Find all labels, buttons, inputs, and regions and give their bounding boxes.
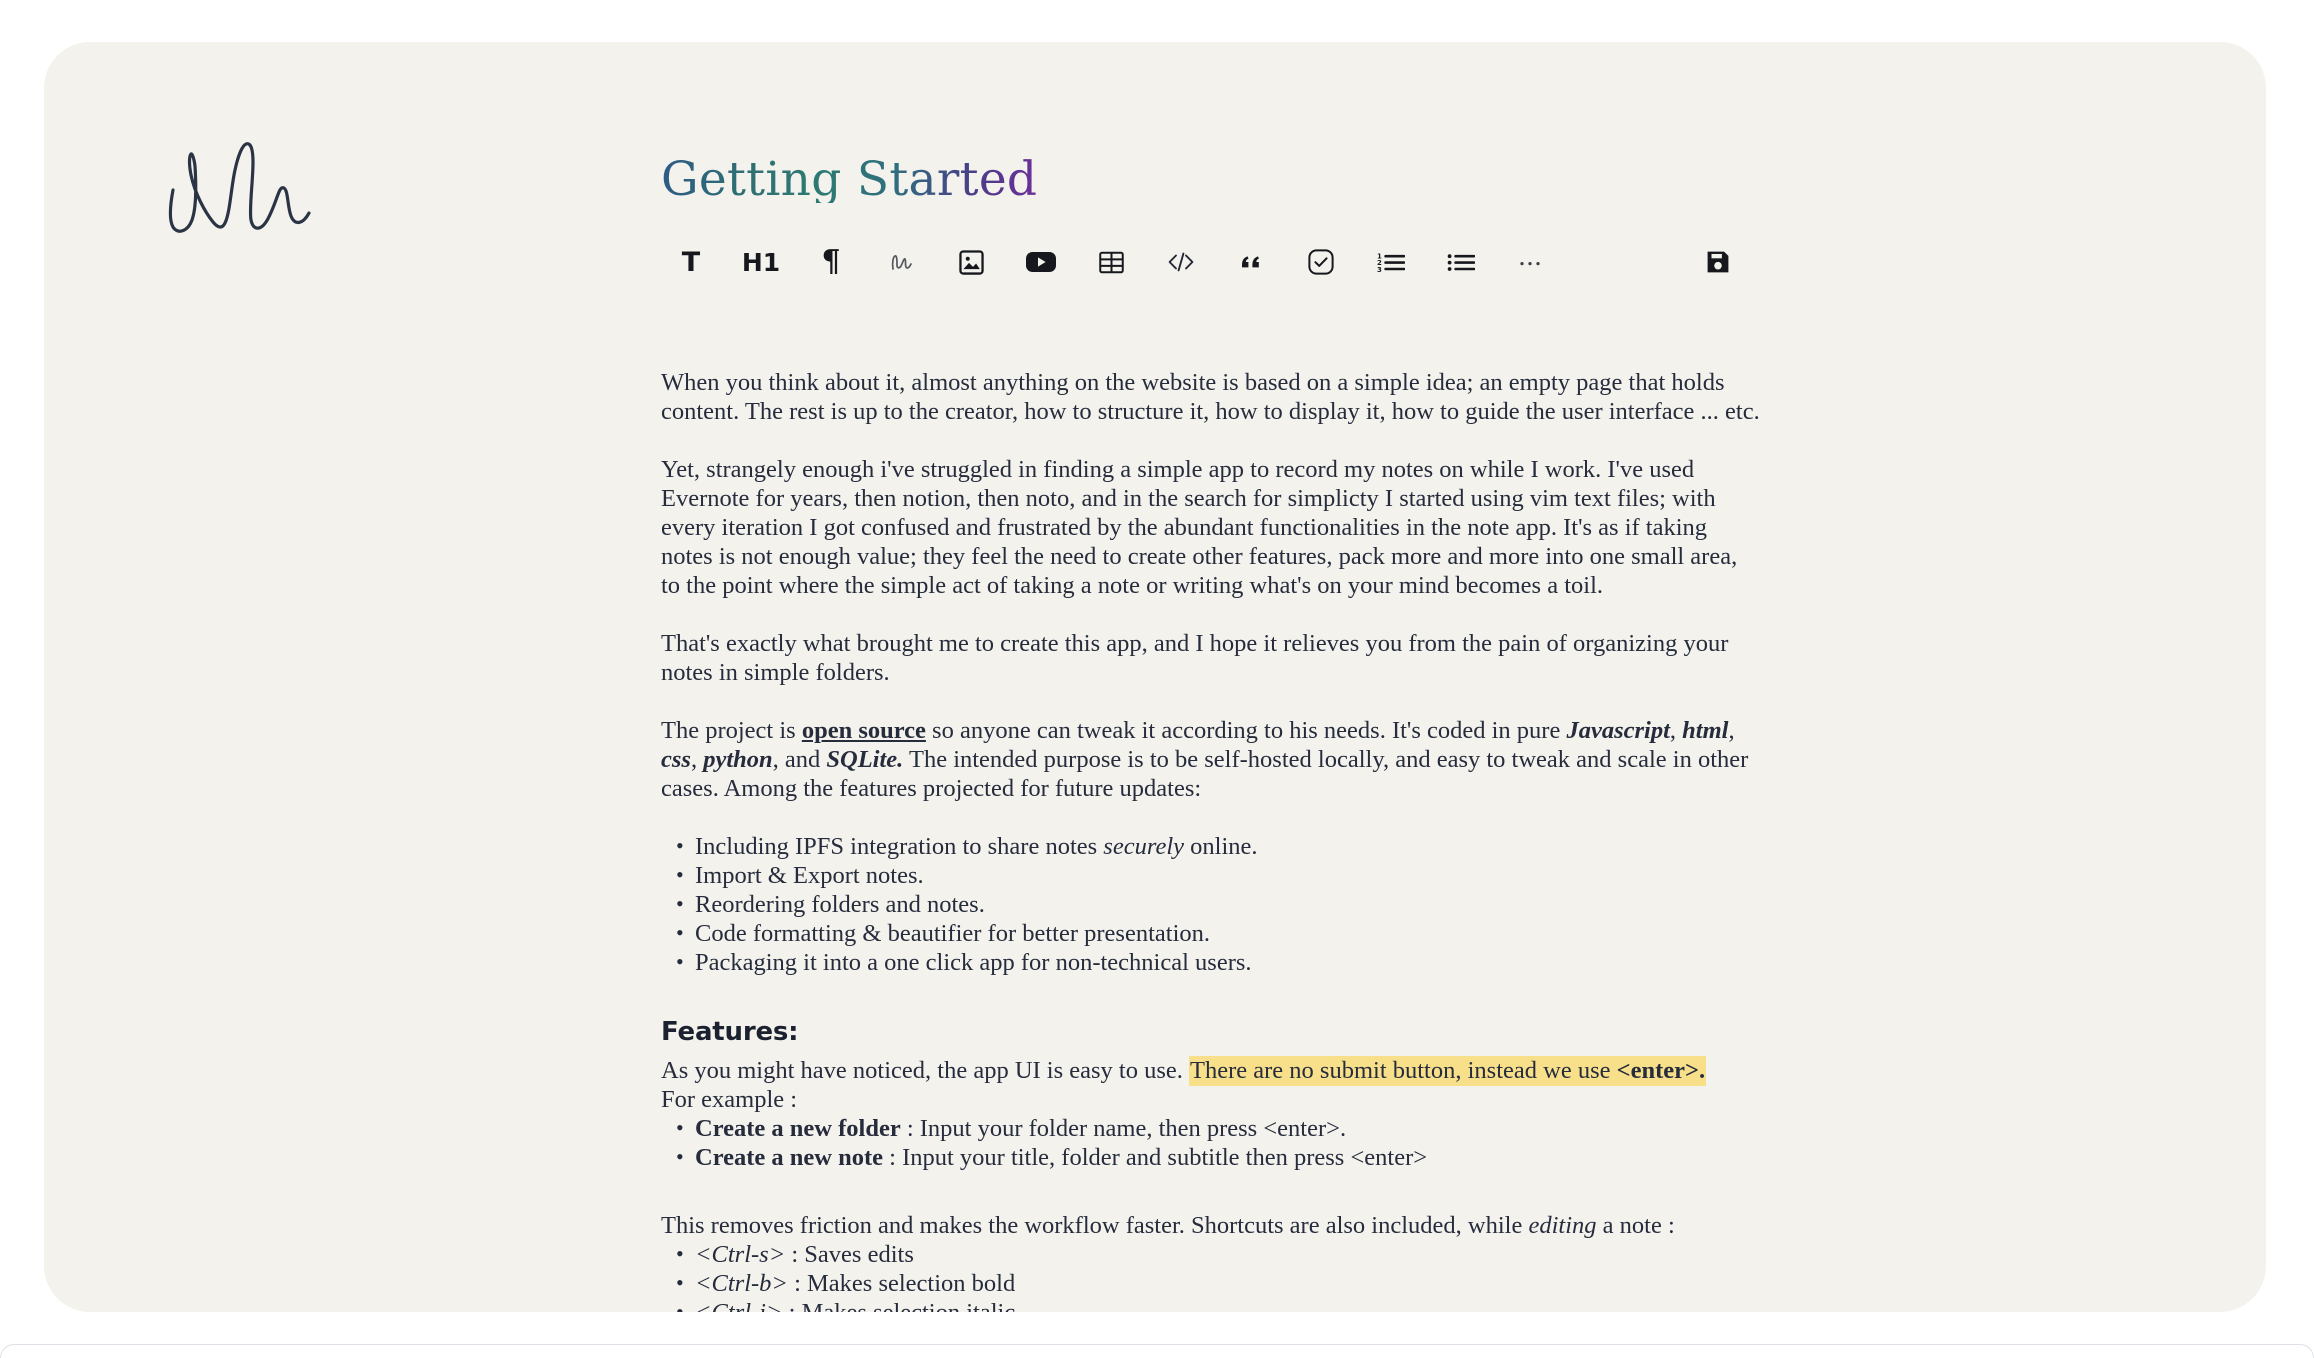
- list-item: Reordering folders and notes.: [676, 889, 1761, 919]
- tech-html: html: [1682, 717, 1729, 744]
- ordered-list-icon[interactable]: 1 2 3: [1356, 240, 1426, 284]
- paragraph-project: The project is open source so anyone can…: [661, 716, 1761, 803]
- shortcuts-intro: This removes friction and makes the work…: [661, 1211, 1761, 1240]
- enter-key-mention: <enter>.: [1616, 1056, 1706, 1084]
- svg-text:3: 3: [1377, 266, 1382, 274]
- text-run: This removes friction and makes the work…: [661, 1211, 1529, 1239]
- list-item-text: Code formatting & beautifier for better …: [695, 920, 1211, 947]
- shortcut-desc: : Makes selection bold: [787, 1269, 1016, 1297]
- tech-sqlite: SQLite.: [826, 746, 904, 773]
- list-item-text: : Input your title, folder and subtitle …: [883, 1143, 1428, 1171]
- youtube-icon[interactable]: [1006, 240, 1076, 284]
- list-item-label: Create a new folder: [695, 1114, 901, 1142]
- list-item: <Ctrl-s> : Saves edits: [676, 1239, 1761, 1269]
- heading-h1-glyph: H1: [741, 247, 781, 277]
- editor-toolbar: T H1 ¶ 1 2 3: [656, 239, 1756, 285]
- paragraph: Yet, strangely enough i've struggled in …: [661, 456, 1738, 599]
- editing-emphasis: editing: [1528, 1211, 1597, 1239]
- browser-window-frame: [0, 1344, 2314, 1358]
- list-item: Create a new note : Input your title, fo…: [676, 1142, 1761, 1172]
- shortcut-desc: : Makes selection italic: [782, 1298, 1016, 1313]
- highlighted-note: There are no submit button, instead we u…: [1189, 1055, 1707, 1086]
- quote-icon[interactable]: [1216, 240, 1286, 284]
- note-card: Getting Started T H1 ¶ 1 2 3 When you th…: [44, 42, 2266, 1312]
- for-example-label: For example :: [661, 1085, 798, 1113]
- list-item: Create a new folder : Input your folder …: [676, 1113, 1761, 1143]
- shortcut-key: <Ctrl-s>: [695, 1240, 786, 1268]
- signature-logo[interactable]: [139, 130, 329, 240]
- app-root: Getting Started T H1 ¶ 1 2 3 When you th…: [0, 0, 2314, 1358]
- paragraph: When you think about it, almost anything…: [661, 369, 1760, 425]
- heading-h1-icon[interactable]: H1: [726, 240, 796, 284]
- list-item: Code formatting & beautifier for better …: [676, 918, 1761, 948]
- paragraph: That's exactly what brought me to create…: [661, 630, 1729, 686]
- checkbox-task-icon[interactable]: [1286, 240, 1356, 284]
- shortcut-key: <Ctrl-b>: [695, 1269, 788, 1297]
- signature-draw-icon[interactable]: [866, 240, 936, 284]
- save-floppy-icon[interactable]: [1690, 239, 1746, 285]
- shortcuts-list: <Ctrl-s> : Saves edits <Ctrl-b> : Makes …: [661, 1239, 1761, 1313]
- paragraph-icon[interactable]: ¶: [796, 240, 866, 284]
- tech-css: css: [661, 746, 691, 773]
- list-item: <Ctrl-i> : Makes selection italic: [676, 1297, 1761, 1313]
- text-run: There are no submit button, instead we u…: [1190, 1056, 1617, 1084]
- list-item-label: Create a new note: [695, 1143, 884, 1171]
- text-run: a note :: [1596, 1211, 1675, 1239]
- text-run: ,: [1669, 717, 1683, 744]
- list-item-emphasis: securely: [1103, 833, 1185, 860]
- list-item-text: : Input your folder name, then press <en…: [900, 1114, 1347, 1142]
- paragraph-glyph: ¶: [821, 244, 841, 279]
- list-item: <Ctrl-b> : Makes selection bold: [676, 1268, 1761, 1298]
- page-title: Getting Started: [661, 152, 1038, 207]
- table-icon[interactable]: [1076, 240, 1146, 284]
- list-item-text: Including IPFS integration to share note…: [695, 833, 1104, 860]
- example-list: Create a new folder : Input your folder …: [661, 1113, 1761, 1172]
- list-item-text: online.: [1184, 833, 1258, 860]
- shortcut-key: <Ctrl-i>: [695, 1298, 783, 1313]
- features-intro: As you might have noticed, the app UI is…: [661, 1055, 1761, 1086]
- image-icon[interactable]: [936, 240, 1006, 284]
- text-run: so anyone can tweak it according to his …: [925, 717, 1567, 744]
- text-run: The project is: [661, 717, 802, 744]
- tech-python: python: [703, 746, 773, 773]
- text-run: As you might have noticed, the app UI is…: [661, 1056, 1190, 1084]
- more-options-icon[interactable]: [1496, 240, 1566, 284]
- list-item-text: Reordering folders and notes.: [695, 891, 985, 918]
- list-item-text: Packaging it into a one click app for no…: [695, 949, 1252, 976]
- features-projected-list: Including IPFS integration to share note…: [661, 831, 1761, 977]
- text-glyph: T: [681, 246, 701, 278]
- text-run: , and: [772, 746, 827, 773]
- text-icon[interactable]: T: [656, 240, 726, 284]
- section-heading-features: Features:: [661, 1017, 799, 1047]
- text-run: ,: [690, 746, 704, 773]
- tech-javascript: Javascript: [1566, 717, 1670, 744]
- text-run: ,: [1728, 717, 1735, 744]
- shortcut-desc: : Saves edits: [785, 1240, 914, 1268]
- code-icon[interactable]: [1146, 240, 1216, 284]
- list-item-text: Import & Export notes.: [695, 862, 924, 889]
- bullet-list-icon[interactable]: [1426, 240, 1496, 284]
- list-item: Import & Export notes.: [676, 860, 1761, 890]
- note-body[interactable]: When you think about it, almost anything…: [661, 368, 1761, 1312]
- list-item: Packaging it into a one click app for no…: [676, 947, 1761, 977]
- open-source-link[interactable]: open source: [802, 717, 926, 744]
- list-item: Including IPFS integration to share note…: [676, 831, 1761, 861]
